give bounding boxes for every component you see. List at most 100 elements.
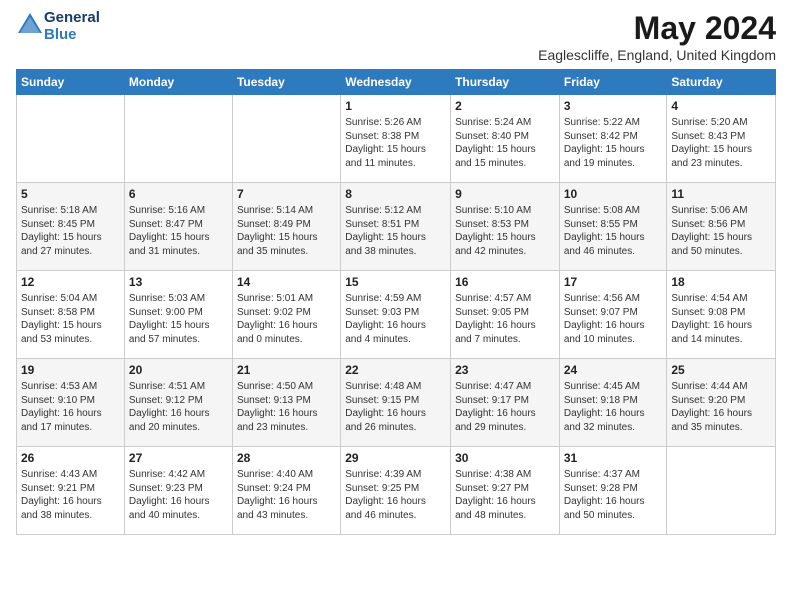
- day-info: Sunrise: 5:26 AM Sunset: 8:38 PM Dayligh…: [345, 116, 446, 170]
- day-number: 30: [455, 450, 555, 466]
- day-info: Sunrise: 5:03 AM Sunset: 9:00 PM Dayligh…: [129, 292, 228, 346]
- calendar-cell: 23 Sunrise: 4:47 AM Sunset: 9:17 PM Dayli…: [451, 359, 560, 447]
- day-number: 19: [21, 362, 120, 378]
- month-year: May 2024: [538, 10, 776, 47]
- location: Eaglescliffe, England, United Kingdom: [538, 47, 776, 63]
- day-info: Sunrise: 4:59 AM Sunset: 9:03 PM Dayligh…: [345, 292, 446, 346]
- calendar-cell: 28Sunrise: 4:40 AM Sunset: 9:24 PM Dayli…: [232, 447, 340, 535]
- calendar-weekday-monday: Monday: [124, 70, 232, 95]
- calendar-cell: 9Sunrise: 5:10 AM Sunset: 8:53 PM Daylig…: [451, 183, 560, 271]
- logo-line1: General: [44, 10, 100, 27]
- calendar-cell: 31 Sunrise: 4:37 AM Sunset: 9:28 PM Dayli…: [559, 447, 667, 535]
- logo-line2: Blue: [44, 27, 100, 44]
- calendar-cell: 12Sunrise: 5:04 AM Sunset: 8:58 PM Dayli…: [17, 271, 125, 359]
- day-info: Sunrise: 5:20 AM Sunset: 8:43 PM Dayligh…: [671, 116, 771, 170]
- calendar-cell: 29 Sunrise: 4:39 AM Sunset: 9:25 PM Dayli…: [341, 447, 451, 535]
- day-info: Sunrise: 4:37 AM Sunset: 9:28 PM Dayligh…: [564, 468, 663, 522]
- calendar-cell: 4 Sunrise: 5:20 AM Sunset: 8:43 PM Daylig…: [667, 95, 776, 183]
- calendar-cell: [667, 447, 776, 535]
- calendar-cell: 1 Sunrise: 5:26 AM Sunset: 8:38 PM Daylig…: [341, 95, 451, 183]
- title-block: May 2024 Eaglescliffe, England, United K…: [538, 10, 776, 63]
- day-number: 26: [21, 450, 120, 466]
- day-number: 13: [129, 274, 228, 290]
- calendar-cell: 26 Sunrise: 4:43 AM Sunset: 9:21 PM Dayli…: [17, 447, 125, 535]
- calendar-cell: 17Sunrise: 4:56 AM Sunset: 9:07 PM Dayli…: [559, 271, 667, 359]
- day-info: Sunrise: 5:12 AM Sunset: 8:51 PM Dayligh…: [345, 204, 446, 258]
- calendar-cell: 8Sunrise: 5:12 AM Sunset: 8:51 PM Daylig…: [341, 183, 451, 271]
- calendar-weekday-saturday: Saturday: [667, 70, 776, 95]
- day-number: 7: [237, 186, 336, 202]
- calendar-weekday-friday: Friday: [559, 70, 667, 95]
- day-number: 18: [671, 274, 771, 290]
- day-info: Sunrise: 4:50 AM Sunset: 9:13 PM Dayligh…: [237, 380, 336, 434]
- calendar-cell: 15 Sunrise: 4:59 AM Sunset: 9:03 PM Dayli…: [341, 271, 451, 359]
- day-info: Sunrise: 4:54 AM Sunset: 9:08 PM Dayligh…: [671, 292, 771, 346]
- calendar-cell: 13 Sunrise: 5:03 AM Sunset: 9:00 PM Dayli…: [124, 271, 232, 359]
- day-number: 1: [345, 98, 446, 114]
- day-number: 14: [237, 274, 336, 290]
- calendar-cell: 19Sunrise: 4:53 AM Sunset: 9:10 PM Dayli…: [17, 359, 125, 447]
- day-number: 3: [564, 98, 663, 114]
- day-number: 5: [21, 186, 120, 202]
- day-info: Sunrise: 5:10 AM Sunset: 8:53 PM Dayligh…: [455, 204, 555, 258]
- calendar-cell: 22 Sunrise: 4:48 AM Sunset: 9:15 PM Dayli…: [341, 359, 451, 447]
- calendar-cell: [124, 95, 232, 183]
- day-number: 20: [129, 362, 228, 378]
- day-info: Sunrise: 4:44 AM Sunset: 9:20 PM Dayligh…: [671, 380, 771, 434]
- day-number: 31: [564, 450, 663, 466]
- calendar-weekday-thursday: Thursday: [451, 70, 560, 95]
- calendar-cell: 16 Sunrise: 4:57 AM Sunset: 9:05 PM Dayli…: [451, 271, 560, 359]
- day-info: Sunrise: 4:48 AM Sunset: 9:15 PM Dayligh…: [345, 380, 446, 434]
- day-info: Sunrise: 4:45 AM Sunset: 9:18 PM Dayligh…: [564, 380, 663, 434]
- calendar-week-3: 12Sunrise: 5:04 AM Sunset: 8:58 PM Dayli…: [17, 271, 776, 359]
- day-number: 23: [455, 362, 555, 378]
- day-info: Sunrise: 5:24 AM Sunset: 8:40 PM Dayligh…: [455, 116, 555, 170]
- calendar-cell: [17, 95, 125, 183]
- logo: General Blue: [16, 10, 100, 43]
- day-info: Sunrise: 4:42 AM Sunset: 9:23 PM Dayligh…: [129, 468, 228, 522]
- day-info: Sunrise: 5:01 AM Sunset: 9:02 PM Dayligh…: [237, 292, 336, 346]
- calendar-cell: 7 Sunrise: 5:14 AM Sunset: 8:49 PM Daylig…: [232, 183, 340, 271]
- calendar-week-1: 1 Sunrise: 5:26 AM Sunset: 8:38 PM Daylig…: [17, 95, 776, 183]
- day-info: Sunrise: 4:47 AM Sunset: 9:17 PM Dayligh…: [455, 380, 555, 434]
- day-info: Sunrise: 5:18 AM Sunset: 8:45 PM Dayligh…: [21, 204, 120, 258]
- calendar-cell: 3 Sunrise: 5:22 AM Sunset: 8:42 PM Daylig…: [559, 95, 667, 183]
- day-info: Sunrise: 4:39 AM Sunset: 9:25 PM Dayligh…: [345, 468, 446, 522]
- calendar-cell: 11 Sunrise: 5:06 AM Sunset: 8:56 PM Dayli…: [667, 183, 776, 271]
- day-number: 16: [455, 274, 555, 290]
- day-number: 22: [345, 362, 446, 378]
- day-number: 2: [455, 98, 555, 114]
- calendar: SundayMondayTuesdayWednesdayThursdayFrid…: [16, 69, 776, 535]
- day-info: Sunrise: 5:16 AM Sunset: 8:47 PM Dayligh…: [129, 204, 228, 258]
- day-info: Sunrise: 4:40 AM Sunset: 9:24 PM Dayligh…: [237, 468, 336, 522]
- day-number: 11: [671, 186, 771, 202]
- calendar-cell: 6 Sunrise: 5:16 AM Sunset: 8:47 PM Daylig…: [124, 183, 232, 271]
- day-info: Sunrise: 4:38 AM Sunset: 9:27 PM Dayligh…: [455, 468, 555, 522]
- day-number: 6: [129, 186, 228, 202]
- day-info: Sunrise: 4:56 AM Sunset: 9:07 PM Dayligh…: [564, 292, 663, 346]
- calendar-week-2: 5 Sunrise: 5:18 AM Sunset: 8:45 PM Daylig…: [17, 183, 776, 271]
- day-number: 10: [564, 186, 663, 202]
- calendar-cell: 27 Sunrise: 4:42 AM Sunset: 9:23 PM Dayli…: [124, 447, 232, 535]
- calendar-cell: 18 Sunrise: 4:54 AM Sunset: 9:08 PM Dayli…: [667, 271, 776, 359]
- calendar-cell: 21 Sunrise: 4:50 AM Sunset: 9:13 PM Dayli…: [232, 359, 340, 447]
- calendar-week-4: 19Sunrise: 4:53 AM Sunset: 9:10 PM Dayli…: [17, 359, 776, 447]
- calendar-cell: 25 Sunrise: 4:44 AM Sunset: 9:20 PM Dayli…: [667, 359, 776, 447]
- day-info: Sunrise: 4:51 AM Sunset: 9:12 PM Dayligh…: [129, 380, 228, 434]
- day-info: Sunrise: 4:57 AM Sunset: 9:05 PM Dayligh…: [455, 292, 555, 346]
- day-info: Sunrise: 4:43 AM Sunset: 9:21 PM Dayligh…: [21, 468, 120, 522]
- day-info: Sunrise: 5:22 AM Sunset: 8:42 PM Dayligh…: [564, 116, 663, 170]
- day-number: 21: [237, 362, 336, 378]
- day-info: Sunrise: 5:06 AM Sunset: 8:56 PM Dayligh…: [671, 204, 771, 258]
- calendar-header-row: SundayMondayTuesdayWednesdayThursdayFrid…: [17, 70, 776, 95]
- day-number: 4: [671, 98, 771, 114]
- day-number: 29: [345, 450, 446, 466]
- day-number: 27: [129, 450, 228, 466]
- calendar-cell: 30 Sunrise: 4:38 AM Sunset: 9:27 PM Dayli…: [451, 447, 560, 535]
- calendar-weekday-wednesday: Wednesday: [341, 70, 451, 95]
- day-info: Sunrise: 5:14 AM Sunset: 8:49 PM Dayligh…: [237, 204, 336, 258]
- calendar-cell: 14 Sunrise: 5:01 AM Sunset: 9:02 PM Dayli…: [232, 271, 340, 359]
- day-number: 25: [671, 362, 771, 378]
- day-number: 15: [345, 274, 446, 290]
- calendar-cell: 2 Sunrise: 5:24 AM Sunset: 8:40 PM Daylig…: [451, 95, 560, 183]
